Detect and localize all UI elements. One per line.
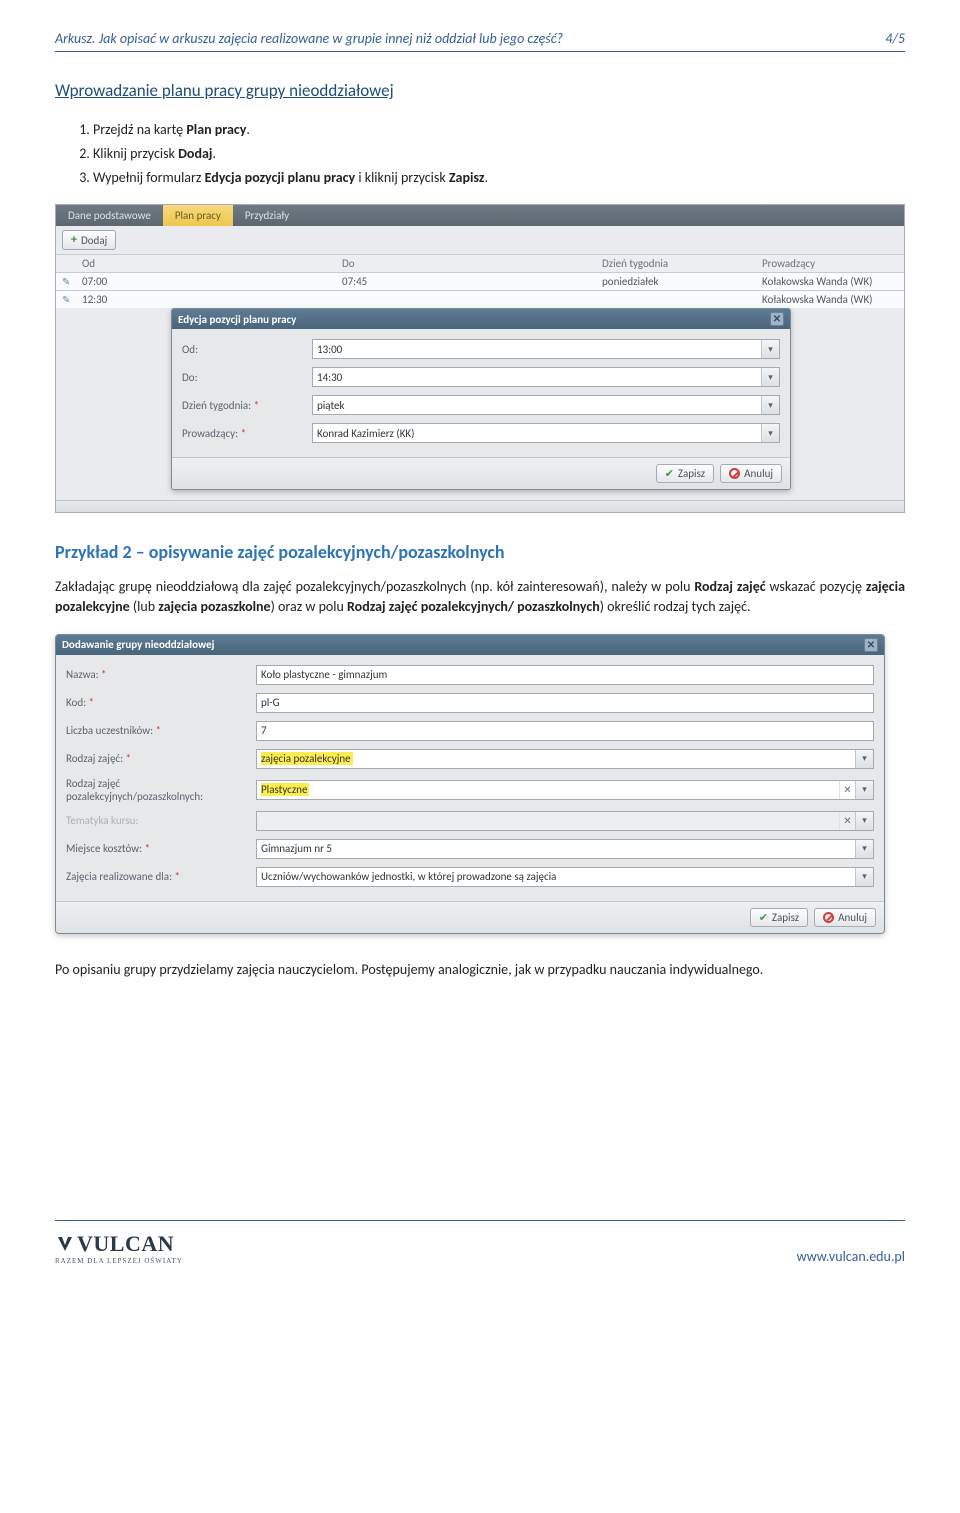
example2-paragraph: Zakładając grupę nieoddziałową dla zajęć… [55,577,905,618]
label-dzien: Dzień tygodnia: [182,399,312,412]
status-strip [56,500,904,512]
dialog-titlebar: Dodawanie grupy nieoddziałowej ✕ [56,635,884,655]
chevron-down-icon[interactable]: ▾ [855,868,873,886]
input-nazwa[interactable]: Koło plastyczne - gimnazjum [256,665,874,685]
cancel-icon [823,912,834,923]
dialog-title: Edycja pozycji planu pracy [178,313,296,326]
zapisz-button[interactable]: ✔ Zapisz [656,464,714,483]
tab-plan-pracy[interactable]: Plan pracy [163,205,233,226]
select-prowadzacy[interactable]: Konrad Kazimierz (KK) ▾ [312,423,780,443]
header-title: Arkusz. Jak opisać w arkuszu zajęcia rea… [55,30,563,47]
dialog-title: Dodawanie grupy nieoddziałowej [62,638,214,651]
after-paragraph: Po opisaniu grupy przydzielamy zajęcia n… [55,960,905,980]
close-icon[interactable]: ✕ [770,312,784,326]
anuluj-button[interactable]: Anuluj [814,908,876,927]
edit-icon[interactable]: ✎ [62,275,82,288]
step-2: Kliknij przycisk Dodaj. [93,143,905,164]
dodaj-label: Dodaj [81,234,107,247]
input-od[interactable]: 13:00 ▾ [312,339,780,359]
close-icon[interactable]: ✕ [864,638,878,652]
label-liczba: Liczba uczestników: [66,724,256,737]
select-miejsce[interactable]: Gimnazjum nr 5 ▾ [256,839,874,859]
zapisz-button[interactable]: ✔ Zapisz [750,908,808,927]
check-icon: ✔ [665,467,674,480]
label-rodzajpoz: Rodzaj zajęć pozalekcyjnych/pozaszkolnyc… [66,777,256,803]
screenshot-plan-pracy: Dane podstawowe Plan pracy Przydziały + … [55,204,905,513]
chevron-down-icon[interactable]: ▾ [761,396,779,414]
chevron-down-icon[interactable]: ▾ [761,424,779,442]
page-number: 4/5 [885,30,905,47]
select-rodzaj[interactable]: zajęcia pozalekcyjne ▾ [256,749,874,769]
logo-icon [55,1234,75,1254]
dialog-edycja-pozycji: Edycja pozycji planu pracy ✕ Od: 13:00 ▾… [171,308,791,490]
tab-dane-podstawowe[interactable]: Dane podstawowe [56,205,163,226]
label-kod: Kod: [66,696,256,709]
page-footer: VULCAN RAZEM DLA LEPSZEJ OŚWIATY www.vul… [55,1220,905,1293]
step-3: Wypełnij formularz Edycja pozycji planu … [93,167,905,188]
check-icon: ✔ [759,911,768,924]
label-od: Od: [182,343,312,356]
input-liczba[interactable]: 7 [256,721,874,741]
label-tematyka: Tematyka kursu: [66,814,256,827]
page-header: Arkusz. Jak opisać w arkuszu zajęcia rea… [55,0,905,52]
col-do: Do [342,257,602,270]
col-prow: Prowadzący [762,257,898,270]
clear-icon: ✕ [839,812,855,830]
grid-header: Od Do Dzień tygodnia Prowadzący [56,254,904,272]
example2-heading: Przykład 2 – opisywanie zajęć pozalekcyj… [55,541,905,563]
select-rodzajpoz[interactable]: Plastyczne ✕ ▾ [256,780,874,800]
label-prow: Prowadzący: [182,427,312,440]
dialog-dodawanie-grupy: Dodawanie grupy nieoddziałowej ✕ Nazwa: … [55,634,885,934]
chevron-down-icon[interactable]: ▾ [761,368,779,386]
label-rodzaj: Rodzaj zajęć: [66,752,256,765]
chevron-down-icon: ▾ [855,812,873,830]
select-tematyka: ✕ ▾ [256,811,874,831]
plus-icon: + [71,233,77,247]
steps-list: Przejdź na kartę Plan pracy. Kliknij prz… [55,119,905,188]
section-title: Wprowadzanie planu pracy grupy nieoddzia… [55,80,905,101]
clear-icon[interactable]: ✕ [839,781,855,799]
tab-przydzialy[interactable]: Przydziały [233,205,301,226]
grid-row[interactable]: ✎ 12:30 Kołakowska Wanda (WK) [56,290,904,308]
label-miejsce: Miejsce kosztów: [66,842,256,855]
edit-icon[interactable]: ✎ [62,293,82,306]
label-nazwa: Nazwa: [66,668,256,681]
input-kod[interactable]: pl-G [256,693,874,713]
chevron-down-icon[interactable]: ▾ [761,340,779,358]
dialog-titlebar: Edycja pozycji planu pracy ✕ [172,309,790,329]
col-dzien: Dzień tygodnia [602,257,762,270]
footer-url: www.vulcan.edu.pl [797,1248,905,1265]
chevron-down-icon[interactable]: ▾ [855,840,873,858]
step-1: Przejdź na kartę Plan pracy. [93,119,905,140]
label-realizowane: Zajęcia realizowane dla: [66,870,256,883]
col-od: Od [82,257,342,270]
vulcan-logo: VULCAN RAZEM DLA LEPSZEJ OŚWIATY [55,1231,183,1265]
dodaj-button[interactable]: + Dodaj [62,230,116,250]
chevron-down-icon[interactable]: ▾ [855,781,873,799]
cancel-icon [729,468,740,479]
select-dzien[interactable]: piątek ▾ [312,395,780,415]
tabs: Dane podstawowe Plan pracy Przydziały [56,205,904,226]
label-do: Do: [182,371,312,384]
grid-row[interactable]: ✎ 07:00 07:45 poniedziałek Kołakowska Wa… [56,272,904,290]
chevron-down-icon[interactable]: ▾ [855,750,873,768]
anuluj-button[interactable]: Anuluj [720,464,782,483]
input-do[interactable]: 14:30 ▾ [312,367,780,387]
select-realizowane[interactable]: Uczniów/wychowanków jednostki, w której … [256,867,874,887]
